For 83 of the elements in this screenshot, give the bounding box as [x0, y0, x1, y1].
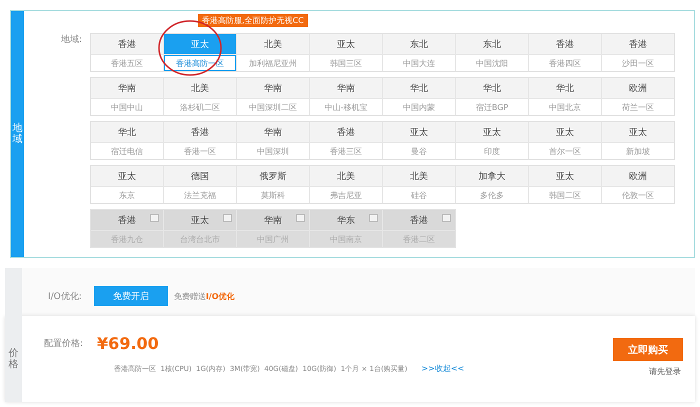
area-name: 华东 [310, 210, 382, 231]
region-option[interactable]: 华北 中国内蒙 [382, 78, 456, 115]
area-name: 亚太 [310, 34, 382, 55]
area-name: 亚太 [529, 122, 602, 143]
area-name: 亚太 [164, 34, 236, 55]
area-name: 香港 [383, 210, 456, 231]
region-option[interactable]: 北美 洛杉矶二区 [163, 78, 236, 115]
side-label: 价格 [8, 348, 18, 370]
area-name: 东北 [456, 34, 528, 55]
area-name: 俄罗斯 [237, 166, 310, 187]
area-name: 欧洲 [602, 166, 674, 187]
region-option[interactable]: 亚太 东京 [91, 166, 164, 203]
area-name: 香港 [164, 122, 236, 143]
collapse-link[interactable]: >>收起<< [421, 363, 464, 374]
region-option[interactable]: 华北 宿迁电信 [91, 122, 164, 159]
area-name: 华北 [383, 78, 456, 99]
region-option[interactable]: 华北 中国北京 [528, 78, 602, 115]
area-name: 华南 [310, 78, 382, 99]
region-option[interactable]: 亚太 韩国二区 [528, 166, 602, 203]
region-option[interactable]: 香港 香港三区 [309, 122, 382, 159]
badge-icon [150, 214, 160, 222]
region-option[interactable]: 东北 中国大连 [382, 34, 456, 71]
area-name: 北美 [164, 78, 236, 99]
region-option[interactable]: 北美 弗吉尼亚 [309, 166, 382, 203]
region-option[interactable]: 亚太 韩国三区 [309, 34, 382, 71]
region-option[interactable]: 华北 宿迁BGP [455, 78, 528, 115]
area-name: 香港 [91, 210, 164, 231]
area-name: 欧洲 [602, 78, 674, 99]
area-name: 华北 [91, 122, 164, 143]
region-option[interactable]: 华南 中国深圳 [236, 122, 310, 159]
badge-icon [223, 214, 232, 222]
region-option[interactable]: 香港 香港五区 [91, 34, 164, 71]
area-name: 华北 [456, 78, 528, 99]
area-name: 北美 [383, 166, 456, 187]
region-option[interactable]: 欧洲 荷兰一区 [601, 78, 674, 115]
area-name: 亚太 [456, 122, 528, 143]
region-option[interactable]: 加拿大 多伦多 [455, 166, 528, 203]
region-option[interactable]: 华南 中山-移机宝 [309, 78, 382, 115]
side-label: 地域 [12, 123, 22, 145]
badge-icon [296, 214, 306, 222]
region-option[interactable]: 亚太 新加坡 [601, 122, 674, 159]
region-option[interactable]: 俄罗斯 莫斯科 [236, 166, 310, 203]
region-option[interactable]: 亚太 曼谷 [382, 122, 456, 159]
area-name: 德国 [164, 166, 236, 187]
badge-icon [442, 214, 452, 222]
region-option[interactable]: 亚太 首尔一区 [528, 122, 602, 159]
area-name: 华南 [91, 78, 164, 99]
area-name: 北美 [310, 166, 382, 187]
promo-tooltip: 香港高防服,全面防护无视CC [198, 14, 308, 27]
region-option[interactable]: 华南 中国深圳二区 [236, 78, 310, 115]
badge-icon [369, 214, 378, 222]
area-name: 华南 [237, 122, 310, 143]
area-name: 亚太 [529, 166, 602, 187]
region-option[interactable]: 华南 中国中山 [91, 78, 164, 115]
io-label: I/O优化: [48, 290, 82, 302]
region-option[interactable]: 东北 中国沈阳 [455, 34, 528, 71]
price-label: 配置价格: [44, 338, 84, 350]
area-name: 华南 [237, 78, 310, 99]
area-name: 北美 [237, 34, 310, 55]
region-option[interactable]: 香港 香港四区 [528, 34, 602, 71]
area-name: 亚太 [164, 210, 236, 231]
area-name: 香港 [91, 34, 164, 55]
area-name: 华北 [529, 78, 602, 99]
region-option[interactable]: 欧洲 伦敦一区 [601, 166, 674, 203]
area-name: 亚太 [91, 166, 164, 187]
region-option[interactable]: 北美 加利福尼亚州 [236, 34, 310, 71]
area-name: 加拿大 [456, 166, 528, 187]
region-option[interactable]: 香港 沙田一区 [601, 34, 674, 71]
area-name: 华南 [237, 210, 310, 231]
area-name: 香港 [529, 34, 602, 55]
region-option[interactable]: 香港 香港一区 [163, 122, 236, 159]
region-option[interactable]: 亚太 印度 [455, 122, 528, 159]
area-name: 香港 [602, 34, 674, 55]
region-option[interactable]: 北美 硅谷 [382, 166, 456, 203]
area-name: 东北 [383, 34, 456, 55]
area-name: 亚太 [383, 122, 456, 143]
region-option[interactable]: 德国 法兰克福 [163, 166, 236, 203]
login-hint: 请先登录 [649, 366, 681, 377]
io-note: 免费赠送I/O优化 [174, 290, 235, 302]
region-label: 地域: [61, 34, 82, 47]
area-name: 香港 [310, 122, 382, 143]
price-value: ¥69.00 [97, 334, 159, 353]
area-name: 亚太 [602, 122, 674, 143]
